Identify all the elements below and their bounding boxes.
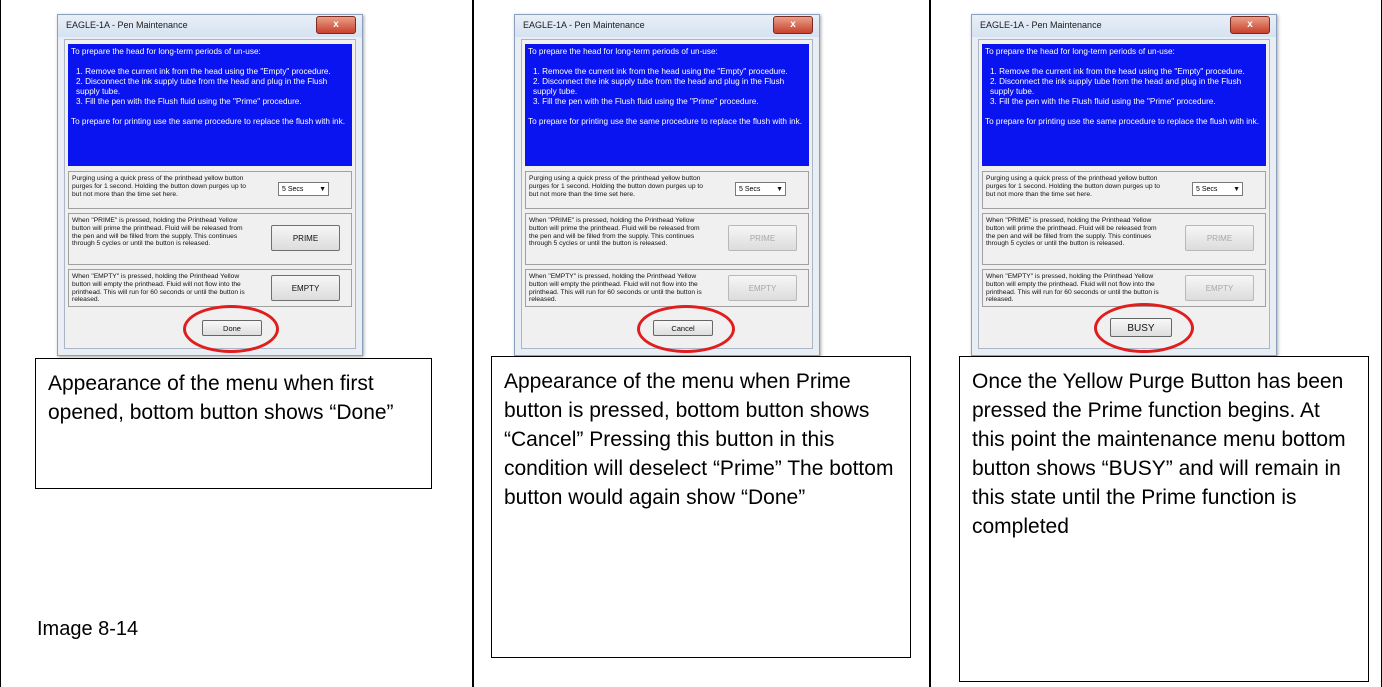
purge-group: Purging using a quick press of the print… (525, 171, 809, 209)
empty-description: When "EMPTY" is pressed, holding the Pri… (986, 273, 1159, 304)
purge-group: Purging using a quick press of the print… (982, 171, 1266, 209)
instructions-line: 2. Disconnect the ink supply tube from t… (990, 77, 1242, 96)
empty-group: When "EMPTY" is pressed, holding the Pri… (525, 269, 809, 307)
dialog-titlebar: EAGLE-1A - Pen Maintenance x (972, 15, 1276, 37)
prime-group: When "PRIME" is pressed, holding the Pri… (982, 213, 1266, 265)
dialog-title: EAGLE-1A - Pen Maintenance (523, 20, 645, 30)
prime-description: When "PRIME" is pressed, holding the Pri… (72, 217, 243, 248)
close-button[interactable]: x (1230, 16, 1270, 34)
prime-group: When "PRIME" is pressed, holding the Pri… (68, 213, 352, 265)
purge-group: Purging using a quick press of the print… (68, 171, 352, 209)
empty-button[interactable]: EMPTY (271, 275, 340, 301)
prime-description: When "PRIME" is pressed, holding the Pri… (529, 217, 700, 248)
instructions-line: 3. Fill the pen with the Flush fluid usi… (990, 97, 1216, 106)
purge-description: Purging using a quick press of the print… (529, 175, 703, 198)
empty-button[interactable]: EMPTY (1185, 275, 1254, 301)
purge-time-select[interactable]: 5 Secs ▼ (735, 182, 786, 196)
image-label: Image 8-14 (37, 618, 139, 640)
purge-time-value: 5 Secs (282, 186, 304, 193)
caption-box: Once the Yellow Purge Button has been pr… (959, 356, 1369, 682)
pen-maintenance-dialog: EAGLE-1A - Pen Maintenance x To prepare … (514, 14, 820, 356)
chevron-down-icon: ▼ (319, 186, 326, 193)
instructions-box: To prepare the head for long-term period… (525, 44, 809, 166)
instructions-line: 1. Remove the current ink from the head … (533, 67, 788, 76)
close-button[interactable]: x (316, 16, 356, 34)
instructions-line: To prepare for printing use the same pro… (71, 117, 345, 126)
highlight-circle (637, 305, 735, 353)
instructions-line: To prepare for printing use the same pro… (985, 117, 1259, 126)
close-button[interactable]: x (773, 16, 813, 34)
instructions-line: 1. Remove the current ink from the head … (990, 67, 1245, 76)
empty-group: When "EMPTY" is pressed, holding the Pri… (68, 269, 352, 307)
purge-time-value: 5 Secs (1196, 186, 1218, 193)
instructions-line: 1. Remove the current ink from the head … (76, 67, 331, 76)
caption-box: Appearance of the menu when Prime button… (491, 356, 911, 658)
empty-description: When "EMPTY" is pressed, holding the Pri… (529, 273, 702, 304)
instructions-line: To prepare the head for long-term period… (985, 47, 1175, 56)
empty-button[interactable]: EMPTY (728, 275, 797, 301)
prime-group: When "PRIME" is pressed, holding the Pri… (525, 213, 809, 265)
purge-time-value: 5 Secs (739, 186, 761, 193)
purge-time-select[interactable]: 5 Secs ▼ (278, 182, 329, 196)
dialog-title: EAGLE-1A - Pen Maintenance (980, 20, 1102, 30)
dialog-title: EAGLE-1A - Pen Maintenance (66, 20, 188, 30)
instructions-box: To prepare the head for long-term period… (68, 44, 352, 166)
instructions-line: 2. Disconnect the ink supply tube from t… (76, 77, 328, 96)
dialog-titlebar: EAGLE-1A - Pen Maintenance x (58, 15, 362, 37)
dialog-client-area: To prepare the head for long-term period… (521, 39, 813, 349)
highlight-circle (1094, 303, 1194, 353)
highlight-circle (183, 305, 279, 353)
prime-button[interactable]: PRIME (1185, 225, 1254, 251)
panel-busy: EAGLE-1A - Pen Maintenance x To prepare … (914, 0, 1369, 687)
prime-button[interactable]: PRIME (728, 225, 797, 251)
instructions-line: 2. Disconnect the ink supply tube from t… (533, 77, 785, 96)
dialog-client-area: To prepare the head for long-term period… (978, 39, 1270, 349)
instructions-line: 3. Fill the pen with the Flush fluid usi… (533, 97, 759, 106)
caption-box: Appearance of the menu when first opened… (35, 358, 432, 489)
purge-description: Purging using a quick press of the print… (72, 175, 246, 198)
empty-description: When "EMPTY" is pressed, holding the Pri… (72, 273, 245, 304)
chevron-down-icon: ▼ (1233, 186, 1240, 193)
empty-group: When "EMPTY" is pressed, holding the Pri… (982, 269, 1266, 307)
dialog-client-area: To prepare the head for long-term period… (64, 39, 356, 349)
panel-prime-pressed: EAGLE-1A - Pen Maintenance x To prepare … (457, 0, 911, 687)
panel-first-opened: EAGLE-1A - Pen Maintenance x To prepare … (0, 0, 440, 687)
purge-time-select[interactable]: 5 Secs ▼ (1192, 182, 1243, 196)
pen-maintenance-dialog: EAGLE-1A - Pen Maintenance x To prepare … (57, 14, 363, 356)
instructions-line: To prepare the head for long-term period… (528, 47, 718, 56)
dialog-titlebar: EAGLE-1A - Pen Maintenance x (515, 15, 819, 37)
instructions-box: To prepare the head for long-term period… (982, 44, 1266, 166)
purge-description: Purging using a quick press of the print… (986, 175, 1160, 198)
instructions-line: To prepare the head for long-term period… (71, 47, 261, 56)
prime-description: When "PRIME" is pressed, holding the Pri… (986, 217, 1157, 248)
instructions-line: 3. Fill the pen with the Flush fluid usi… (76, 97, 302, 106)
prime-button[interactable]: PRIME (271, 225, 340, 251)
chevron-down-icon: ▼ (776, 186, 783, 193)
instructions-line: To prepare for printing use the same pro… (528, 117, 802, 126)
